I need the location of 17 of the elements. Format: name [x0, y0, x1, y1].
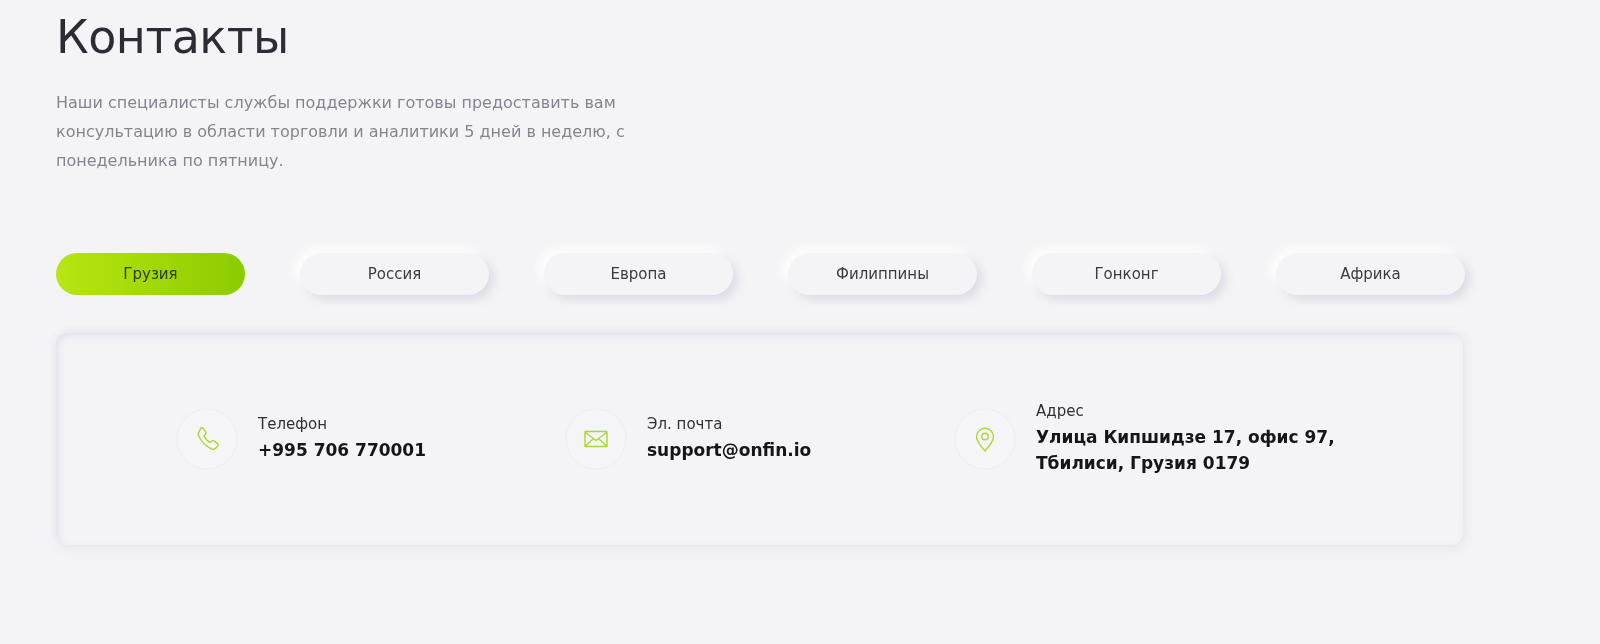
contact-label: Эл. почта [647, 415, 724, 433]
page-title: Контакты [56, 9, 290, 66]
region-tab[interactable]: Африка [1276, 253, 1465, 295]
contact-value: support@onfin.io [647, 439, 812, 462]
region-tab[interactable]: Гонконг [1032, 253, 1221, 295]
phone-icon [176, 408, 238, 470]
contact-value: Улица Кипшидзе 17, офис 97, Тбилиси, Грузия 0179 [1036, 426, 1336, 475]
region-tab[interactable]: Европа [544, 253, 733, 295]
contact-label: Телефон [258, 415, 329, 433]
region-tab[interactable]: Россия [300, 253, 489, 295]
envelope-icon [565, 408, 627, 470]
page-description: Наши специалисты службы поддержки готовы предоставить вам консультацию в области торговли и аналитики 5 дней в неделю, с понедельника по пятницу. [56, 92, 626, 172]
region-tab[interactable]: Грузия [56, 253, 245, 295]
map-pin-icon [954, 408, 1016, 470]
contact-value: +995 706 770001 [258, 439, 427, 462]
region-tab[interactable]: Филиппины [788, 253, 977, 295]
contact-label: Адрес [1036, 402, 1085, 420]
